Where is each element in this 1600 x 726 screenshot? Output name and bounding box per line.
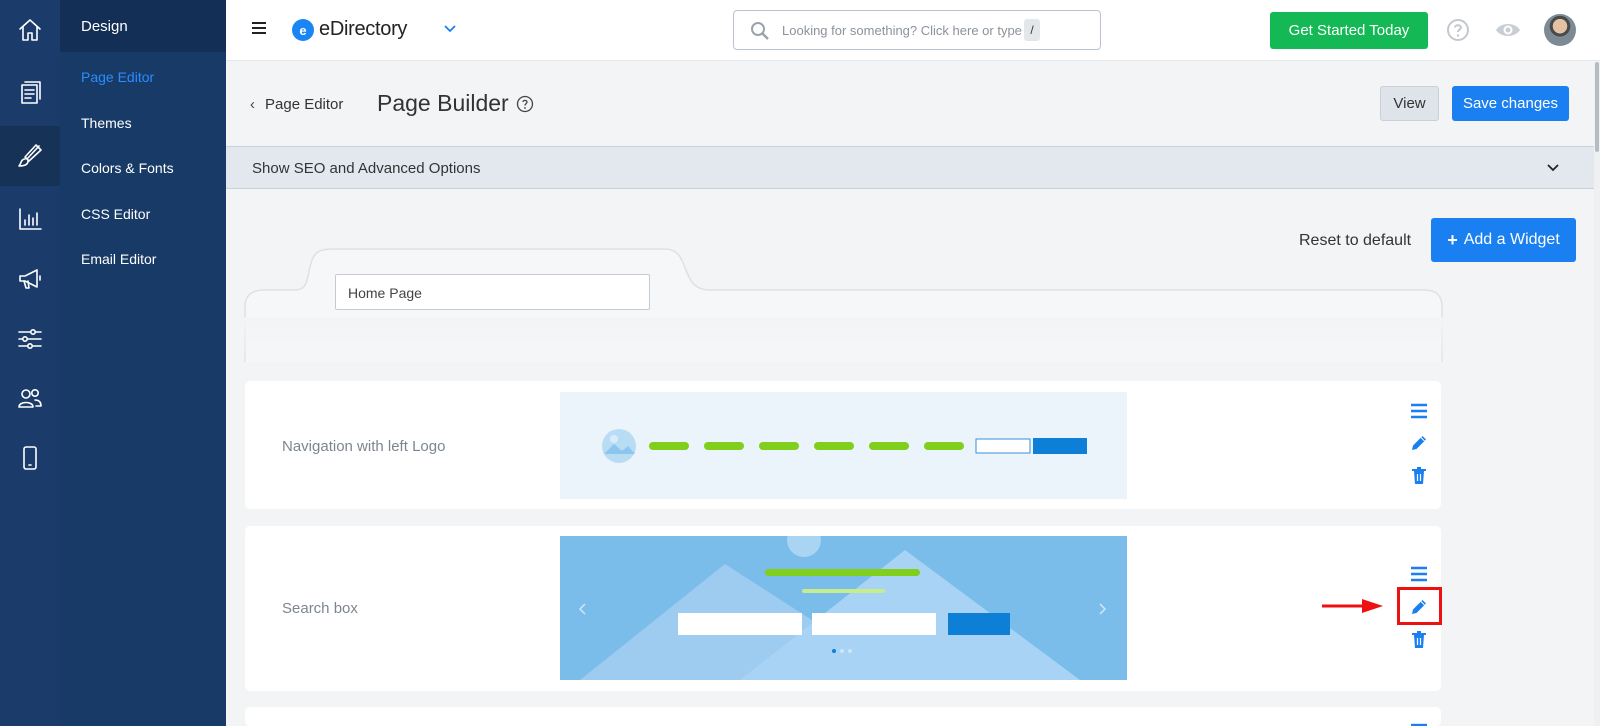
add-widget-button[interactable]: + Add a Widget [1431,218,1576,262]
plus-icon: + [1447,230,1458,250]
megaphone-icon[interactable] [0,249,60,309]
back-label: Page Editor [265,96,344,113]
mobile-icon[interactable] [0,428,60,488]
edirectory-logo: e [292,19,314,41]
icon-rail [0,0,60,726]
widget-actions [1409,401,1429,491]
chevron-left-icon: ‹ [250,96,255,113]
edit-pencil-icon[interactable] [1409,433,1429,453]
back-to-page-editor-link[interactable]: ‹ Page Editor [250,96,343,113]
search-shortcut-key: / [1024,19,1040,41]
hamburger-menu-icon[interactable] [252,22,266,34]
submenu-item-email-editor[interactable]: Email Editor [81,251,156,267]
widget-card-navigation: Navigation with left Logo [245,381,1441,509]
page-scrollbar[interactable] [1594,62,1600,726]
trash-icon[interactable] [1409,630,1429,650]
edit-pencil-icon[interactable] [1409,597,1429,617]
navigation-preview-image [560,392,1127,499]
search-box-preview-image [560,536,1127,680]
home-icon[interactable] [0,0,60,60]
user-avatar[interactable] [1544,14,1576,46]
page-name-input[interactable]: Home Page [335,274,650,310]
submenu-item-themes[interactable]: Themes [81,115,132,131]
page-help-icon[interactable] [516,95,534,118]
top-bar: e eDirectory Looking for something? Clic… [226,0,1600,61]
submenu-item-colors-fonts[interactable]: Colors & Fonts [81,160,174,176]
chevron-down-icon[interactable] [443,22,457,41]
reorder-icon[interactable] [1409,564,1429,584]
design-submenu: Design Page Editor Themes Colors & Fonts… [60,0,226,726]
trash-icon[interactable] [1409,466,1429,486]
scrollbar-thumb[interactable] [1595,62,1599,152]
submenu-header: Design [60,0,226,52]
submenu-item-css-editor[interactable]: CSS Editor [81,206,150,222]
chart-icon[interactable] [0,189,60,249]
add-widget-label: Add a Widget [1463,231,1560,248]
view-button[interactable]: View [1380,86,1439,121]
widget-actions [1409,564,1429,654]
submenu-item-page-editor[interactable]: Page Editor [81,69,154,85]
page-title: Page Builder [377,90,509,116]
search-box[interactable]: Looking for something? Click here or typ… [733,10,1101,50]
sliders-icon[interactable] [0,309,60,369]
eye-icon[interactable] [1494,18,1522,47]
reorder-icon[interactable] [1409,721,1429,726]
widget-label: Navigation with left Logo [282,438,446,455]
search-input[interactable]: Looking for something? Click here or typ… [782,23,1022,38]
widget-actions [1409,721,1429,726]
get-started-button[interactable]: Get Started Today [1270,12,1428,49]
search-icon [750,21,770,46]
reorder-icon[interactable] [1409,401,1429,421]
help-icon[interactable] [1446,18,1470,47]
widget-card-next [245,707,1441,726]
chevron-down-icon [1546,161,1560,180]
save-changes-button[interactable]: Save changes [1452,86,1569,121]
widget-label: Search box [282,600,358,617]
widget-card-search-box: Search box [245,526,1442,691]
brand-name: eDirectory [319,18,408,40]
seo-label: Show SEO and Advanced Options [252,160,481,177]
users-icon[interactable] [0,368,60,428]
annotation-arrow [1322,598,1384,619]
pages-icon[interactable] [0,62,60,122]
brush-icon[interactable] [0,126,60,186]
seo-advanced-options-toggle[interactable]: Show SEO and Advanced Options [226,146,1594,189]
